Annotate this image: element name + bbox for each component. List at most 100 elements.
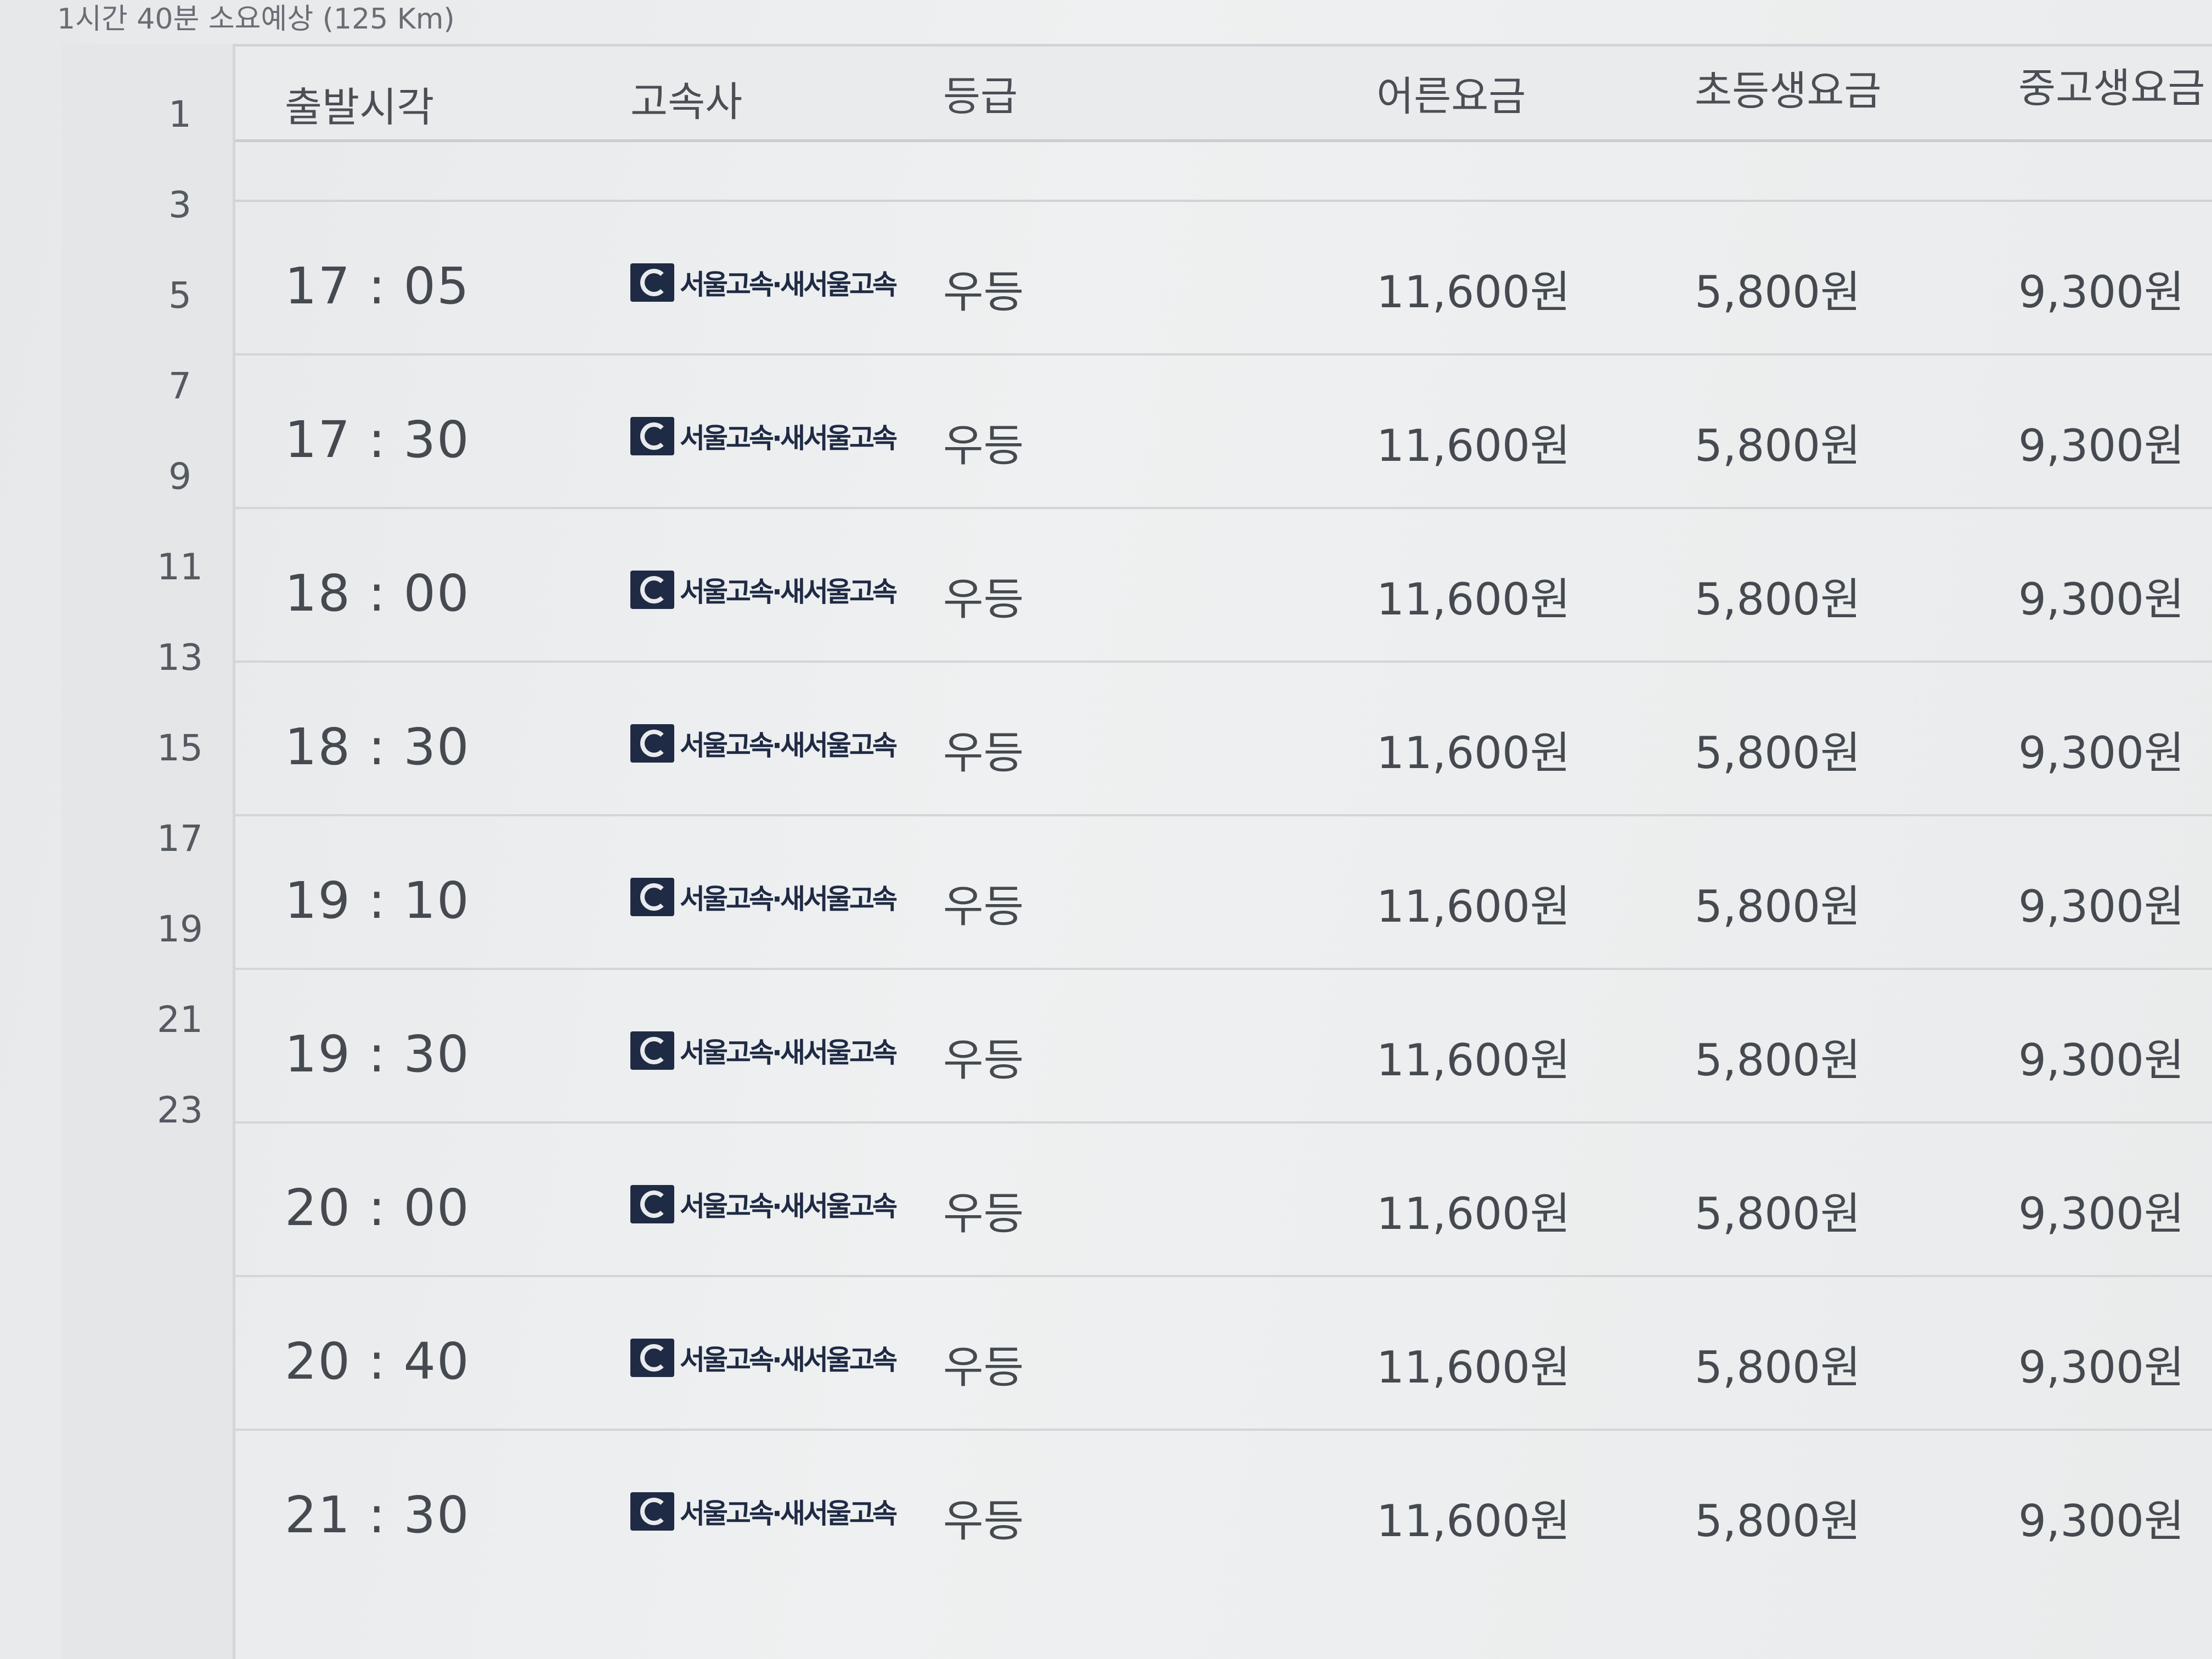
adult-fare: 11,600원 xyxy=(1376,881,1571,932)
departure-time: 17 : 30 xyxy=(285,410,470,469)
company-cell: 서울고속·새서울고속 xyxy=(630,878,898,916)
company-cell: 서울고속·새서울고속 xyxy=(630,1031,898,1070)
departure-time: 20 : 00 xyxy=(285,1178,470,1237)
line-number: 15 xyxy=(157,727,203,769)
line-number: 23 xyxy=(157,1089,203,1131)
bus-company-logo-icon xyxy=(630,1339,674,1377)
company-name: 서울고속·새서울고속 xyxy=(680,1498,898,1530)
grade: 우등 xyxy=(943,881,1024,932)
company-name: 서울고속·새서울고속 xyxy=(680,1037,898,1069)
bus-company-logo-icon xyxy=(630,1185,674,1223)
grade: 우등 xyxy=(943,727,1024,778)
company-cell: 서울고속·새서울고속 xyxy=(630,1185,898,1223)
teen-fare: 9,300원 xyxy=(2018,1496,2185,1547)
departure-time: 18 : 00 xyxy=(285,564,470,623)
header-departure[interactable]: 출발시각 xyxy=(285,75,434,133)
child-fare: 5,800원 xyxy=(1695,574,1861,625)
trip-summary: 1시간 40분 소요예상 (125 Km) xyxy=(57,3,455,36)
line-number: 3 xyxy=(168,184,191,226)
header-company[interactable]: 고속사 xyxy=(630,69,742,128)
schedule-row[interactable]: 19 : 10 서울고속·새서울고속 우등 11,600원 5,800원 9,3… xyxy=(235,816,2212,970)
teen-fare: 9,300원 xyxy=(2018,1188,2185,1239)
teen-fare: 9,300원 xyxy=(2018,1035,2185,1086)
line-number: 13 xyxy=(157,636,203,679)
bus-company-logo-icon xyxy=(630,417,674,455)
child-fare: 5,800원 xyxy=(1695,881,1861,932)
child-fare: 5,800원 xyxy=(1695,1496,1861,1547)
schedule-row[interactable]: 18 : 00 서울고속·새서울고속 우등 11,600원 5,800원 9,3… xyxy=(235,509,2212,663)
header-grade[interactable]: 등급 xyxy=(943,64,1018,122)
company-cell: 서울고속·새서울고속 xyxy=(630,1492,898,1531)
departure-time: 21 : 30 xyxy=(285,1486,470,1544)
grade: 우등 xyxy=(943,1035,1024,1086)
child-fare: 5,800원 xyxy=(1695,420,1861,471)
grade: 우등 xyxy=(943,420,1024,471)
header-child-fare[interactable]: 초등생요금 xyxy=(1695,58,1881,117)
bus-company-logo-icon xyxy=(630,1492,674,1531)
line-number: 11 xyxy=(157,546,203,588)
adult-fare: 11,600원 xyxy=(1376,1188,1571,1239)
grade: 우등 xyxy=(943,1188,1024,1239)
company-cell: 서울고속·새서울고속 xyxy=(630,724,898,763)
child-fare: 5,800원 xyxy=(1695,1188,1861,1239)
child-fare: 5,800원 xyxy=(1695,727,1861,778)
bus-company-logo-icon xyxy=(630,571,674,609)
teen-fare: 9,300원 xyxy=(2018,881,2185,932)
line-number: 9 xyxy=(168,455,191,498)
company-name: 서울고속·새서울고속 xyxy=(680,730,898,761)
schedule-row[interactable]: 17 : 05 서울고속·새서울고속 우등 11,600원 5,800원 9,3… xyxy=(235,202,2212,356)
grade: 우등 xyxy=(943,267,1024,318)
child-fare: 5,800원 xyxy=(1695,267,1861,318)
grade: 우등 xyxy=(943,574,1024,625)
line-number: 19 xyxy=(157,908,203,950)
header-adult-fare[interactable]: 어른요금 xyxy=(1376,64,1526,122)
teen-fare: 9,300원 xyxy=(2018,267,2185,318)
schedule-row[interactable]: 21 : 30 서울고속·새서울고속 우등 11,600원 5,800원 9,3… xyxy=(235,1431,2212,1582)
schedule-row[interactable]: 20 : 40 서울고속·새서울고속 우등 11,600원 5,800원 9,3… xyxy=(235,1277,2212,1431)
adult-fare: 11,600원 xyxy=(1376,1035,1571,1086)
departure-time: 20 : 40 xyxy=(285,1332,470,1391)
company-cell: 서울고속·새서울고속 xyxy=(630,571,898,609)
child-fare: 5,800원 xyxy=(1695,1035,1861,1086)
bus-company-logo-icon xyxy=(630,263,674,302)
table-header: 출발시각 고속사 등급 어른요금 초등생요금 중고생요금 xyxy=(235,47,2212,142)
departure-time: 18 : 30 xyxy=(285,718,470,776)
company-name: 서울고속·새서울고속 xyxy=(680,1344,898,1376)
company-cell: 서울고속·새서울고속 xyxy=(630,417,898,455)
adult-fare: 11,600원 xyxy=(1376,574,1571,625)
company-name: 서울고속·새서울고속 xyxy=(680,269,898,301)
adult-fare: 11,600원 xyxy=(1376,1342,1571,1393)
adult-fare: 11,600원 xyxy=(1376,267,1571,318)
partially-scrolled-row xyxy=(235,139,2212,202)
bus-company-logo-icon xyxy=(630,878,674,916)
line-number: 17 xyxy=(157,817,203,860)
departure-time: 19 : 30 xyxy=(285,1025,470,1084)
company-cell: 서울고속·새서울고속 xyxy=(630,1339,898,1377)
schedule-row[interactable]: 20 : 00 서울고속·새서울고속 우등 11,600원 5,800원 9,3… xyxy=(235,1124,2212,1277)
company-cell: 서울고속·새서울고속 xyxy=(630,263,898,302)
timetable-page: 1시간 40분 소요예상 (125 Km) 1 3 5 7 9 11 13 15… xyxy=(0,0,2212,1659)
teen-fare: 9,300원 xyxy=(2018,727,2185,778)
grade: 우등 xyxy=(943,1342,1024,1393)
schedule-row[interactable]: 18 : 30 서울고속·새서울고속 우등 11,600원 5,800원 9,3… xyxy=(235,663,2212,816)
adult-fare: 11,600원 xyxy=(1376,727,1571,778)
departure-time: 19 : 10 xyxy=(285,871,470,930)
line-number: 1 xyxy=(168,93,191,136)
company-name: 서울고속·새서울고속 xyxy=(680,576,898,608)
company-name: 서울고속·새서울고속 xyxy=(680,422,898,454)
adult-fare: 11,600원 xyxy=(1376,420,1571,471)
adult-fare: 11,600원 xyxy=(1376,1496,1571,1547)
bus-company-logo-icon xyxy=(630,724,674,763)
line-number: 7 xyxy=(168,365,191,407)
schedule-row[interactable]: 17 : 30 서울고속·새서울고속 우등 11,600원 5,800원 9,3… xyxy=(235,356,2212,509)
company-name: 서울고속·새서울고속 xyxy=(680,883,898,915)
teen-fare: 9,300원 xyxy=(2018,1342,2185,1393)
child-fare: 5,800원 xyxy=(1695,1342,1861,1393)
bus-company-logo-icon xyxy=(630,1031,674,1070)
header-teen-fare[interactable]: 중고생요금 xyxy=(2018,55,2205,114)
teen-fare: 9,300원 xyxy=(2018,420,2185,471)
teen-fare: 9,300원 xyxy=(2018,574,2185,625)
company-name: 서울고속·새서울고속 xyxy=(680,1190,898,1222)
schedule-row[interactable]: 19 : 30 서울고속·새서울고속 우등 11,600원 5,800원 9,3… xyxy=(235,970,2212,1124)
departure-time: 17 : 05 xyxy=(285,257,470,315)
